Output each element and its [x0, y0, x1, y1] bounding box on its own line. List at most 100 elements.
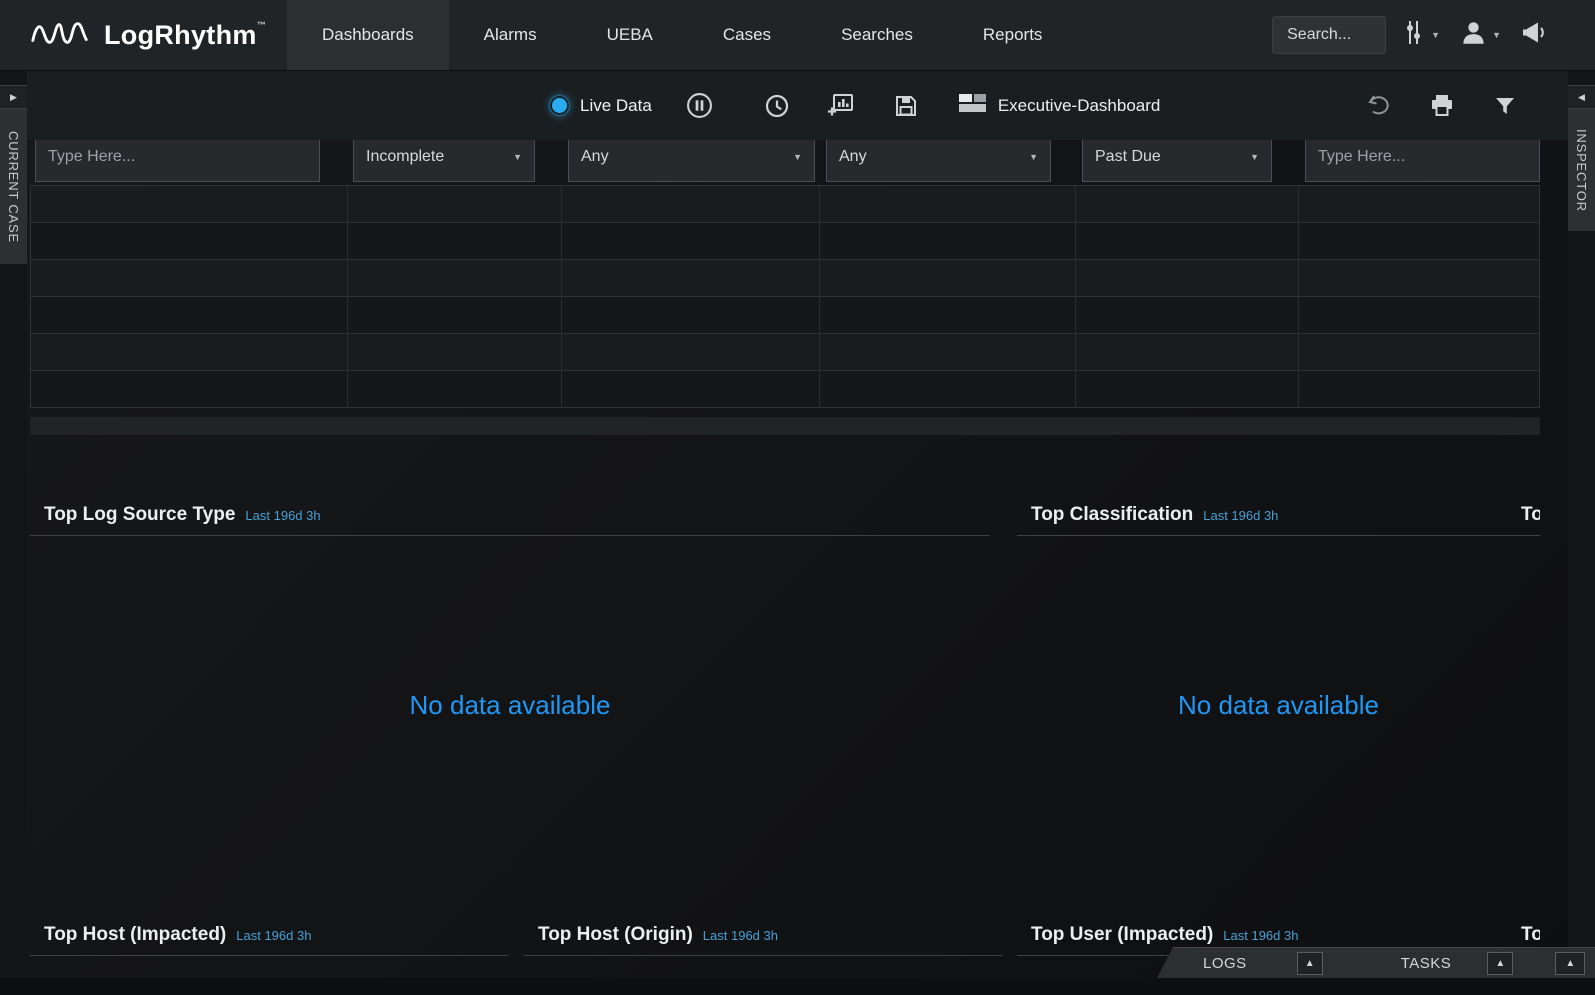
widget-header: Top Log Source Type Last 196d 3h [30, 500, 990, 536]
megaphone-icon [1521, 19, 1551, 51]
print-icon[interactable] [1430, 94, 1454, 117]
widget-title: Top User (Impacted) [1031, 924, 1213, 946]
chevron-down-icon: ▼ [1029, 152, 1038, 162]
table-row[interactable] [31, 223, 1539, 260]
toolbar-center: Live Data [552, 92, 1160, 119]
widget-title: Top Host (Impacted) [44, 924, 226, 946]
table-cell [31, 260, 348, 296]
no-data-message: No data available [30, 536, 990, 915]
dashboard-selector[interactable]: Executive-Dashboard [958, 92, 1161, 119]
clipped-widget-title: To [1521, 924, 1540, 946]
tab-searches[interactable]: Searches [806, 0, 948, 70]
dashboard-toolbar: Live Data [27, 71, 1568, 140]
panel-expand-button-clipped[interactable]: ▲ [1555, 952, 1585, 975]
widget-time-range: Last 196d 3h [1223, 928, 1298, 943]
save-layout-button[interactable] [894, 94, 918, 118]
case-name-filter-input[interactable] [35, 140, 320, 182]
widget-time-range: Last 196d 3h [1203, 508, 1278, 523]
table-cell [562, 186, 820, 222]
table-cell [562, 334, 820, 370]
table-cell [1076, 223, 1299, 259]
filter-select-3[interactable]: Any ▼ [568, 140, 815, 182]
table-cell [562, 371, 820, 407]
due-date-filter-select[interactable]: Past Due ▼ [1082, 140, 1272, 182]
dashboard-body: Incomplete ▼ Any ▼ Any ▼ Past Due ▼ [27, 140, 1568, 995]
cases-table [30, 185, 1540, 408]
table-cell [820, 223, 1076, 259]
tab-cases[interactable]: Cases [688, 0, 806, 70]
bottom-status-bar: LOGS ▲ TASKS ▲ ▲ [1157, 947, 1595, 978]
table-horizontal-scrollbar[interactable] [30, 417, 1540, 435]
top-nav: LogRhythm™ Dashboards Alarms UEBA Cases … [0, 0, 1595, 71]
text-filter-input-6[interactable] [1305, 140, 1540, 182]
table-cell [562, 297, 820, 333]
filter-icon[interactable] [1494, 95, 1516, 117]
undo-icon[interactable] [1366, 94, 1390, 117]
arrow-up-icon: ▲ [1565, 958, 1575, 969]
table-cell [1299, 371, 1541, 407]
bottom-edge-strip [0, 978, 1595, 995]
logrhythm-wave-icon [30, 16, 90, 55]
clipped-widget-title: To [1521, 504, 1540, 526]
logs-panel-label[interactable]: LOGS [1203, 955, 1247, 972]
table-cell [1299, 260, 1541, 296]
table-cell [31, 297, 348, 333]
toolbar-right [1366, 94, 1516, 117]
table-cell [1076, 260, 1299, 296]
arrow-up-icon: ▲ [1495, 958, 1505, 969]
live-data-radio[interactable] [552, 98, 567, 113]
table-row[interactable] [31, 371, 1539, 408]
dashboard-name: Executive-Dashboard [998, 96, 1161, 116]
widget-title: Top Host (Origin) [538, 924, 693, 946]
table-row[interactable] [31, 186, 1539, 223]
add-widget-button[interactable] [827, 93, 854, 118]
filter-select-4[interactable]: Any ▼ [826, 140, 1051, 182]
table-cell [1076, 334, 1299, 370]
trademark-mark: ™ [257, 20, 266, 30]
tab-ueba[interactable]: UEBA [572, 0, 688, 70]
table-cell [820, 334, 1076, 370]
table-cell [562, 260, 820, 296]
table-cell [348, 223, 562, 259]
filter-4-value: Any [839, 148, 867, 166]
expand-inspector-button[interactable]: ◀ [1568, 85, 1595, 109]
logs-expand-button[interactable]: ▲ [1297, 952, 1323, 975]
table-cell [1299, 334, 1541, 370]
tab-alarms[interactable]: Alarms [449, 0, 572, 70]
status-filter-select[interactable]: Incomplete ▼ [353, 140, 535, 182]
widget-header: Top Host (Impacted) Last 196d 3h [30, 920, 508, 956]
nav-right-controls: Search... ▼ [1272, 0, 1595, 70]
tasks-panel-label[interactable]: TASKS [1401, 955, 1452, 972]
table-cell [1076, 186, 1299, 222]
widget-title: Top Log Source Type [44, 504, 235, 526]
widget-top-host-impacted: Top Host (Impacted) Last 196d 3h [30, 920, 508, 956]
current-case-rail: ▶ CURRENT CASE [0, 71, 27, 995]
table-cell [31, 371, 348, 407]
user-menu-dropdown[interactable]: ▼ [1460, 19, 1501, 51]
current-case-tab[interactable]: CURRENT CASE [0, 109, 27, 264]
no-data-message: No data available [1017, 536, 1540, 915]
table-cell [1299, 223, 1541, 259]
tab-dashboards[interactable]: Dashboards [287, 0, 449, 70]
table-cell [820, 297, 1076, 333]
tasks-expand-button[interactable]: ▲ [1487, 952, 1513, 975]
widget-time-range: Last 196d 3h [703, 928, 778, 943]
pause-button[interactable] [686, 92, 713, 119]
due-date-filter-value: Past Due [1095, 148, 1161, 166]
table-row[interactable] [31, 297, 1539, 334]
dashboard-layout-icon [958, 92, 987, 119]
table-row[interactable] [31, 260, 1539, 297]
table-cell [1076, 297, 1299, 333]
status-filter-value: Incomplete [366, 148, 444, 166]
announcements-button[interactable] [1521, 19, 1551, 51]
table-cell [1299, 186, 1541, 222]
settings-dropdown[interactable]: ▼ [1406, 19, 1440, 51]
arrow-up-icon: ▲ [1305, 958, 1315, 969]
search-button[interactable]: Search... [1272, 16, 1386, 54]
tab-reports[interactable]: Reports [948, 0, 1078, 70]
time-range-button[interactable] [765, 94, 789, 118]
logrhythm-logo[interactable]: LogRhythm™ [0, 0, 287, 70]
expand-current-case-button[interactable]: ▶ [0, 85, 27, 109]
inspector-tab[interactable]: INSPECTOR [1568, 109, 1595, 231]
table-row[interactable] [31, 334, 1539, 371]
